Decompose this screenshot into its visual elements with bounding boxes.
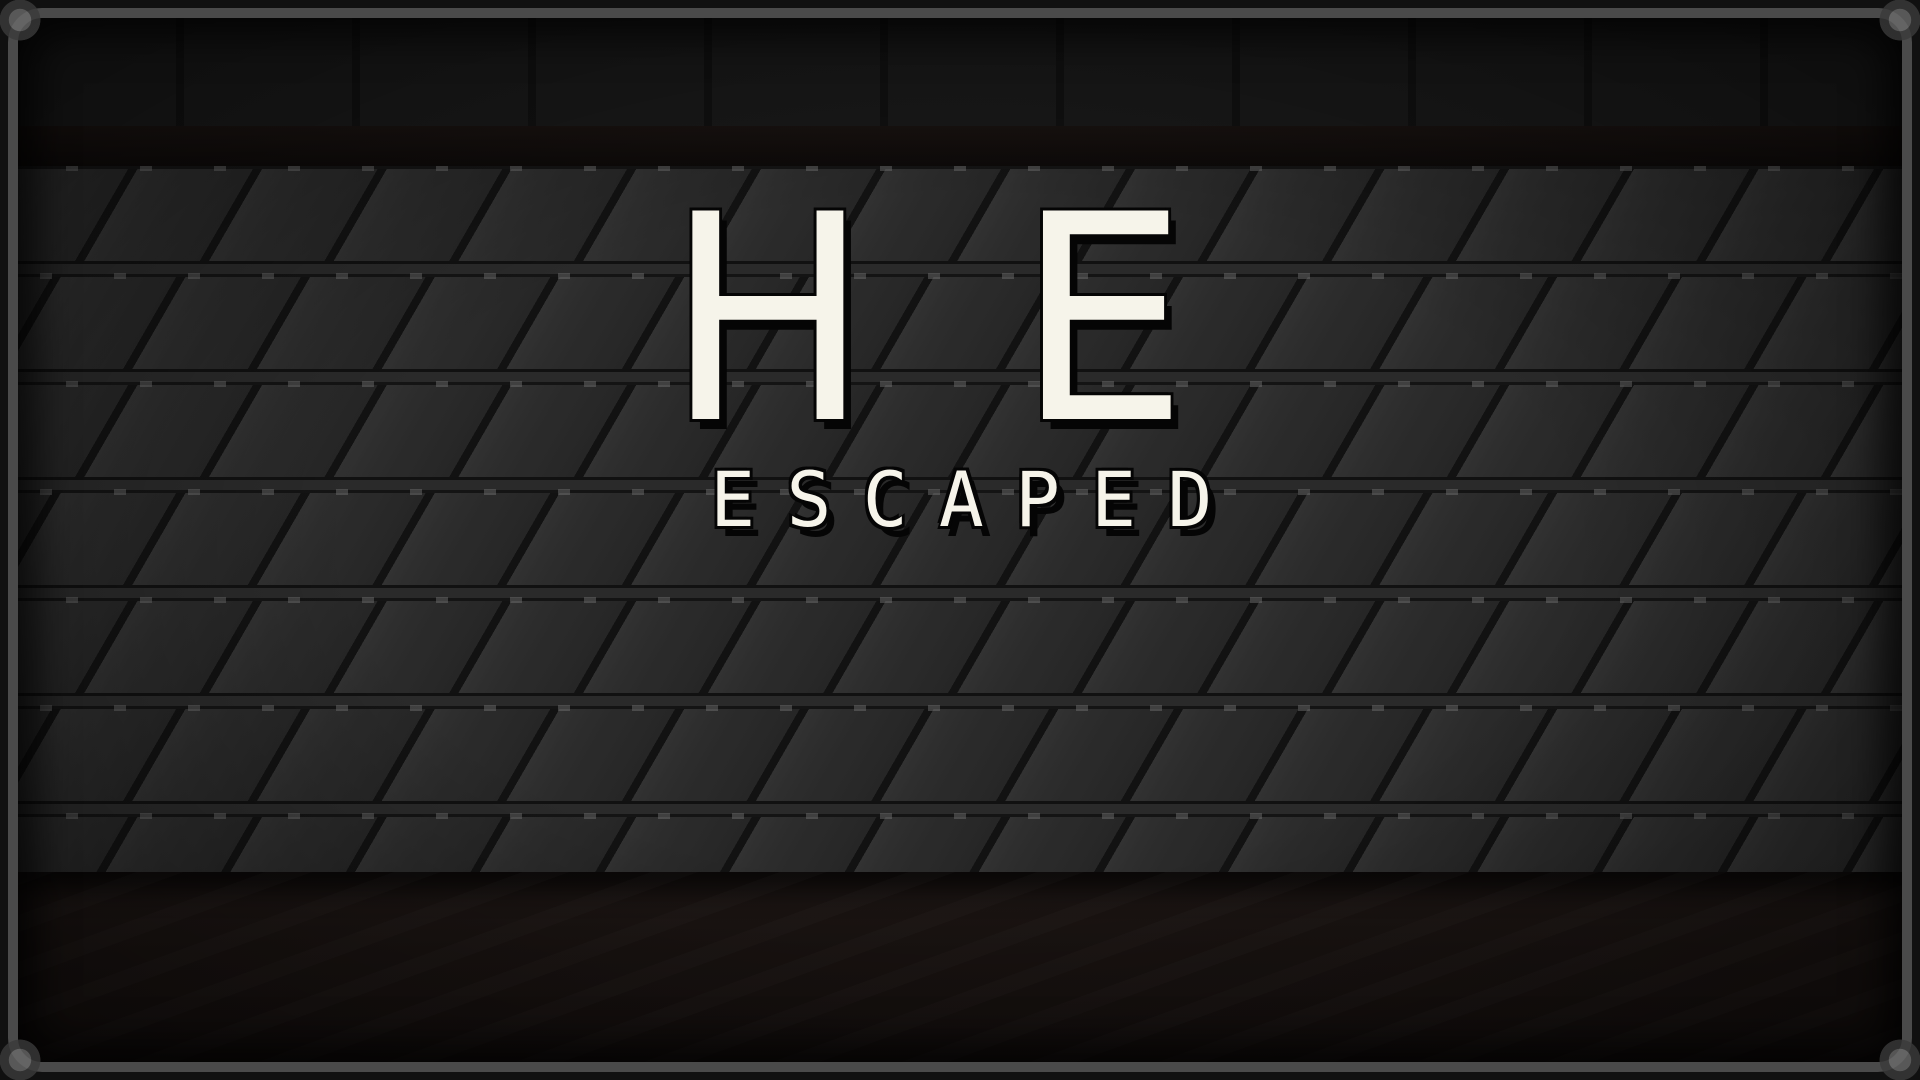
corner-decoration: [1874, 1034, 1920, 1080]
game-frame: HE ESCAPED: [8, 8, 1912, 1072]
tile-row: [8, 598, 1912, 696]
top-wall: [8, 8, 1912, 166]
title-main: HE: [665, 155, 1335, 487]
bottom-wall: [8, 872, 1912, 1072]
game-screen: HE ESCAPED: [0, 0, 1920, 1080]
corner-decoration: [0, 1034, 46, 1080]
title-subtitle: ESCAPED: [710, 455, 1244, 544]
corner-decoration: [0, 0, 46, 46]
tile-row: [8, 706, 1912, 804]
game-title-logo: HE ESCAPED: [8, 178, 1912, 538]
corner-decoration: [1874, 0, 1920, 46]
